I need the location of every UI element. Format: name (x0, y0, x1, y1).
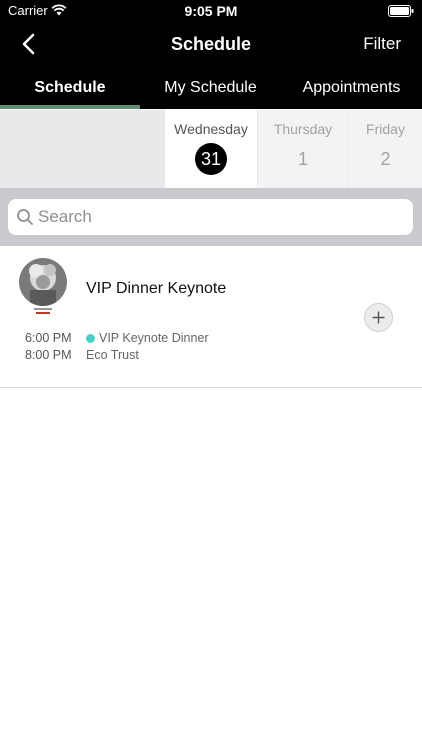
tab-schedule[interactable]: Schedule (0, 66, 140, 109)
day-wednesday[interactable]: Wednesday 31 (165, 110, 257, 188)
search-icon (17, 209, 33, 225)
event-start-time: 6:00 PM (25, 331, 72, 345)
search-bar-container (0, 188, 422, 246)
status-time: 9:05 PM (184, 3, 238, 19)
navigation-bar: Schedule Filter (0, 22, 422, 66)
search-box[interactable] (8, 199, 413, 235)
add-to-schedule-button[interactable] (364, 303, 393, 332)
day-number: 2 (380, 149, 391, 169)
day-name: Thursday (273, 121, 333, 137)
day-picker-spacer (0, 110, 164, 188)
status-bar: Carrier 9:05 PM (0, 0, 422, 22)
search-input[interactable] (38, 199, 398, 235)
day-number: 1 (297, 149, 308, 169)
plus-icon (372, 311, 385, 324)
event-end-time: 8:00 PM (25, 348, 72, 362)
day-friday[interactable]: Friday 2 (349, 110, 422, 188)
day-picker: Wednesday 31 Thursday 1 Friday 2 (0, 110, 422, 188)
event-location: Eco Trust (86, 348, 139, 362)
selected-tab-indicator (0, 105, 140, 109)
filter-button[interactable]: Filter (363, 34, 401, 54)
battery-icon (388, 5, 414, 17)
event-session-name: VIP Keynote Dinner (99, 331, 209, 345)
day-thursday[interactable]: Thursday 1 (258, 110, 348, 188)
day-number: 31 (195, 143, 227, 175)
tab-my-schedule[interactable]: My Schedule (140, 66, 281, 109)
tab-appointments[interactable]: Appointments (281, 66, 422, 109)
speaker-avatar-image (14, 258, 72, 316)
day-name: Friday (366, 121, 405, 137)
session-color-dot (86, 334, 95, 343)
header: Carrier 9:05 PM Schedule Filter Schedule… (0, 0, 422, 109)
tab-bar: Schedule My Schedule Appointments (0, 66, 422, 109)
schedule-item[interactable]: VIP Dinner Keynote 6:00 PM 8:00 PM VIP K… (0, 246, 422, 388)
day-name: Wednesday (174, 121, 248, 137)
page-title: Schedule (170, 34, 252, 54)
event-title: VIP Dinner Keynote (86, 280, 227, 297)
